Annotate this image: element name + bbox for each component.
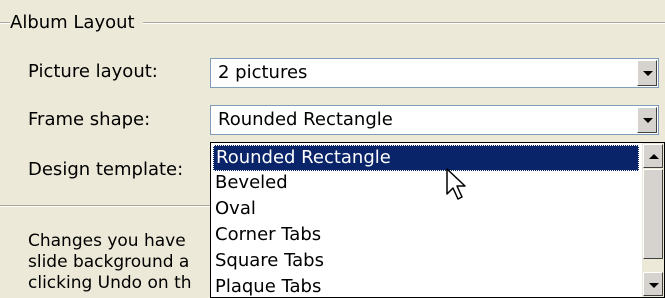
description-line-3: clicking Undo on th [28, 273, 192, 293]
group-title: Album Layout [10, 12, 143, 34]
mouse-pointer-icon [446, 168, 466, 200]
scroll-down-button[interactable] [643, 272, 663, 296]
dropdown-option-plaque-tabs[interactable]: Plaque Tabs [213, 275, 321, 297]
frame-shape-dropdown-list[interactable]: Rounded Rectangle Beveled Oval Corner Ta… [210, 142, 665, 298]
design-template-label: Design template: [28, 159, 184, 180]
description-line-2: slide background a [28, 252, 190, 272]
frame-shape-label: Frame shape: [28, 109, 151, 130]
frame-shape-dropdown-button[interactable] [637, 107, 657, 133]
chevron-down-icon [643, 71, 653, 76]
picture-layout-combo[interactable]: 2 pictures [210, 58, 659, 88]
frame-shape-combo[interactable]: Rounded Rectangle [210, 105, 659, 135]
chevron-down-icon [643, 118, 653, 123]
dropdown-option-corner-tabs[interactable]: Corner Tabs [213, 223, 321, 249]
scroll-up-icon [649, 154, 659, 159]
frame-shape-value: Rounded Rectangle [218, 109, 393, 130]
dropdown-option-beveled[interactable]: Beveled [213, 171, 288, 197]
description-line-1: Changes you have [28, 231, 186, 251]
picture-layout-dropdown-button[interactable] [637, 60, 657, 86]
scroll-up-button[interactable] [643, 144, 663, 168]
dropdown-scrollbar[interactable] [642, 143, 664, 297]
dropdown-option-rounded-rectangle[interactable]: Rounded Rectangle [213, 145, 639, 171]
dropdown-option-square-tabs[interactable]: Square Tabs [213, 249, 324, 275]
picture-layout-value: 2 pictures [218, 62, 308, 83]
dropdown-option-oval[interactable]: Oval [213, 197, 256, 223]
scroll-down-icon [649, 283, 659, 288]
scrollbar-thumb[interactable] [643, 169, 663, 259]
section-separator [0, 205, 215, 207]
picture-layout-label: Picture layout: [28, 61, 158, 82]
